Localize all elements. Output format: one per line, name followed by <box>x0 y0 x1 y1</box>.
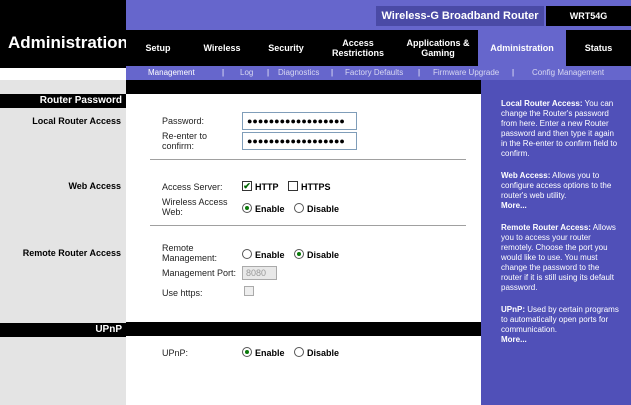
help-web-title: Web Access: <box>501 171 551 180</box>
help-local-title: Local Router Access: <box>501 99 583 108</box>
tab-wireless[interactable]: Wireless <box>190 30 254 66</box>
tab-applications-gaming[interactable]: Applications & Gaming <box>398 30 478 66</box>
subtab-separator: | <box>267 68 270 77</box>
subtab-log[interactable]: Log <box>240 68 253 77</box>
reenter-password-input[interactable]: ●●●●●●●●●●●●●●●●●● <box>242 132 357 150</box>
use-https-label: Use https: <box>162 288 203 298</box>
help-remote-title: Remote Router Access: <box>501 223 591 232</box>
subtab-firmware-upgrade[interactable]: Firmware Upgrade <box>433 68 499 77</box>
upnp-enable-radio[interactable] <box>242 347 252 357</box>
help-upnp-more-link[interactable]: More... <box>501 335 621 345</box>
upnp-header-strip <box>126 322 481 336</box>
section-header-strip <box>126 80 481 94</box>
help-web-more-link[interactable]: More... <box>501 201 621 211</box>
help-local-access: Local Router Access: You can change the … <box>501 99 621 159</box>
access-server-label: Access Server: <box>162 182 223 192</box>
page-title: Administration <box>8 33 128 52</box>
use-https-checkbox[interactable] <box>244 286 254 296</box>
divider <box>150 159 466 160</box>
password-label: Password: <box>162 116 205 126</box>
subtab-management[interactable]: Management <box>148 68 195 77</box>
subtab-separator: | <box>418 68 421 77</box>
section-upnp: UPnP <box>0 323 126 337</box>
wireless-web-enable-radio[interactable] <box>242 203 252 213</box>
label-web-access: Web Access <box>68 181 121 191</box>
remote-mgmt-disable-label: Disable <box>307 250 340 260</box>
help-remote-text: Allows you to access your router remotel… <box>501 223 616 292</box>
wireless-web-disable-label: Disable <box>307 204 340 214</box>
tab-security[interactable]: Security <box>254 30 318 66</box>
wireless-access-web-label: Wireless Access Web: <box>162 197 228 217</box>
upnp-enable-label: Enable <box>255 348 285 358</box>
tab-access-restrictions[interactable]: Access Restrictions <box>318 30 398 66</box>
model-name: WRT54G <box>546 6 631 26</box>
help-upnp: UPnP: Used by certain programs to automa… <box>501 305 621 345</box>
subtab-config-management[interactable]: Config Management <box>532 68 604 77</box>
help-panel-top <box>481 80 631 94</box>
tab-status[interactable]: Status <box>566 30 631 66</box>
subtab-separator: | <box>331 68 334 77</box>
https-checkbox[interactable] <box>288 181 298 191</box>
remote-mgmt-enable-label: Enable <box>255 250 285 260</box>
remote-mgmt-disable-radio[interactable] <box>294 249 304 259</box>
wireless-web-enable-label: Enable <box>255 204 285 214</box>
help-web-access: Web Access: Allows you to configure acce… <box>501 171 621 211</box>
https-label: HTTPS <box>301 182 331 192</box>
subtab-diagnostics[interactable]: Diagnostics <box>278 68 319 77</box>
management-port-label: Management Port: <box>162 268 237 278</box>
section-router-password: Router Password <box>0 94 126 108</box>
main-tabs: Setup Wireless Security Access Restricti… <box>126 30 631 66</box>
remote-management-label: Remote Management: <box>162 243 218 263</box>
upnp-disable-radio[interactable] <box>294 347 304 357</box>
tab-administration[interactable]: Administration <box>478 30 566 66</box>
help-panel: Local Router Access: You can change the … <box>481 94 631 405</box>
left-column: Router Password Local Router Access Web … <box>0 80 126 405</box>
wireless-web-disable-radio[interactable] <box>294 203 304 213</box>
sub-tabs: Management | Log | Diagnostics | Factory… <box>126 66 631 80</box>
http-checkbox[interactable]: ✔ <box>242 181 252 191</box>
divider <box>150 225 466 226</box>
subtab-separator: | <box>512 68 515 77</box>
http-label: HTTP <box>255 182 279 192</box>
help-upnp-title: UPnP: <box>501 305 525 314</box>
subtab-factory-defaults[interactable]: Factory Defaults <box>345 68 403 77</box>
help-remote-access: Remote Router Access: Allows you to acce… <box>501 223 621 293</box>
label-local-router-access: Local Router Access <box>32 116 121 126</box>
remote-mgmt-enable-radio[interactable] <box>242 249 252 259</box>
management-port-input[interactable]: 8080 <box>242 266 277 280</box>
subtab-separator: | <box>222 68 225 77</box>
upnp-label: UPnP: <box>162 348 189 358</box>
tab-setup[interactable]: Setup <box>126 30 190 66</box>
label-remote-router-access: Remote Router Access <box>22 248 121 258</box>
product-name: Wireless-G Broadband Router <box>376 6 544 26</box>
reenter-label: Re-enter to confirm: <box>162 131 208 151</box>
upnp-disable-label: Disable <box>307 348 340 358</box>
password-input[interactable]: ●●●●●●●●●●●●●●●●●● <box>242 112 357 130</box>
